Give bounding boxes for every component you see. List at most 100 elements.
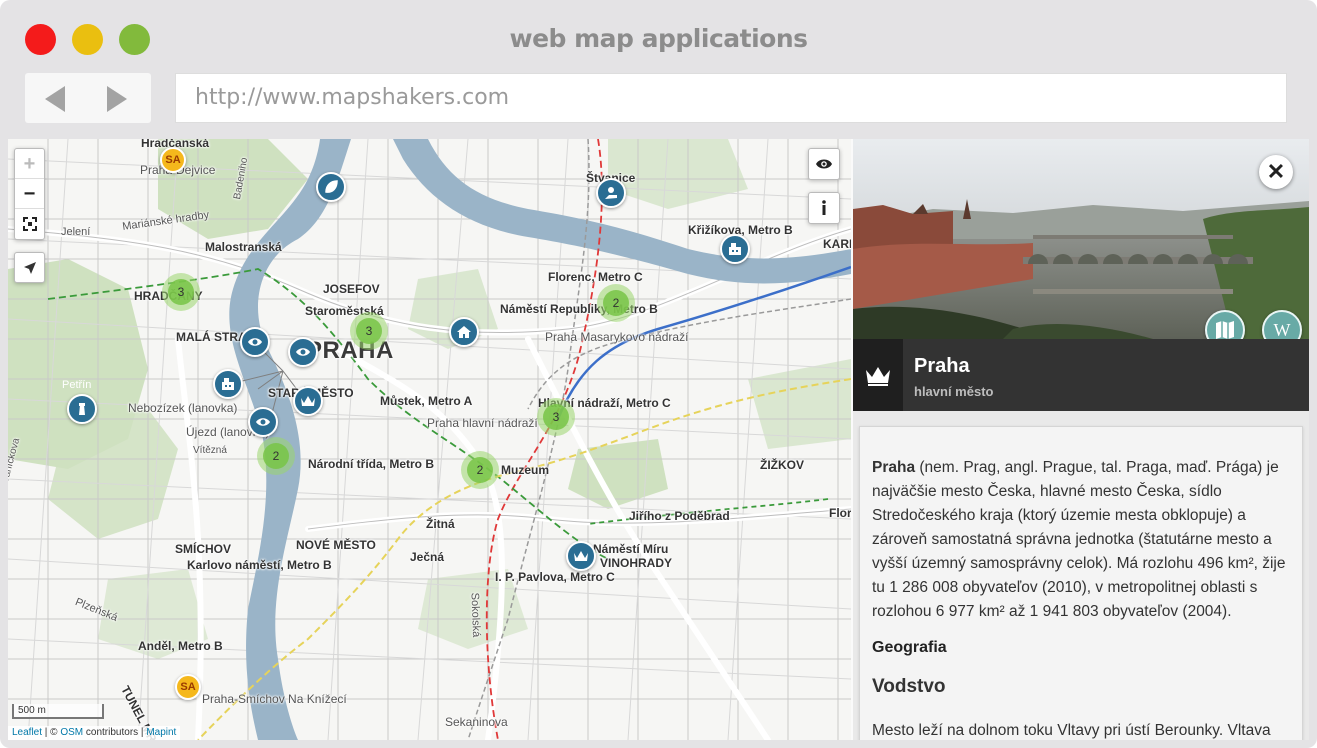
label-zitna: Žitná (426, 517, 455, 531)
poi-view-marker[interactable] (240, 327, 270, 357)
web-content: Hradčanská Praha-Dejvice Badeniho Jelení… (8, 139, 1309, 740)
place-photo (853, 139, 1309, 339)
poi-house-marker[interactable] (449, 317, 479, 347)
label-muzeum: Muzeum (501, 463, 549, 477)
fullscreen-button[interactable] (15, 209, 44, 239)
eye-icon (248, 338, 262, 346)
label-flora: Flor (829, 506, 851, 520)
label-malostranska: Malostranská (205, 240, 282, 254)
map-icon (1216, 321, 1234, 339)
cluster-count: 2 (263, 443, 289, 469)
sa-badge[interactable]: SA (175, 674, 201, 700)
poi-castle-marker[interactable] (566, 541, 596, 571)
visibility-toggle-button[interactable] (808, 148, 840, 180)
detail-panel: ✕ W Praha hlavní město Praha (nem. Prag,… (853, 139, 1309, 740)
poi-building-marker[interactable] (213, 369, 243, 399)
place-category (853, 339, 903, 411)
place-description-card: Praha (nem. Prag, angl. Prague, tal. Pra… (859, 426, 1303, 740)
locate-button[interactable] (14, 252, 45, 283)
poi-view-marker[interactable] (248, 407, 278, 437)
poi-cluster[interactable]: 3 (537, 398, 575, 436)
attribution-text: | © (42, 727, 61, 738)
label-sekaninova: Sekaninova (445, 715, 508, 729)
back-button[interactable] (45, 86, 65, 112)
mapint-link[interactable]: Mapint (146, 727, 176, 738)
cluster-count: 3 (543, 404, 569, 430)
poi-tower-marker[interactable] (67, 394, 97, 424)
cluster-count: 3 (356, 318, 382, 344)
label-masarykovo: Praha Masarykovo nádraží (545, 330, 689, 344)
description-name: Praha (872, 459, 916, 476)
place-title: Praha (914, 355, 970, 377)
browser-window: web map applications http://www.mapshake… (0, 0, 1317, 748)
label-karlin: KARL (823, 237, 851, 251)
label-florenc: Florenc, Metro C (548, 270, 643, 284)
poi-cluster[interactable]: 3 (350, 312, 388, 350)
place-header: Praha hlavní město (853, 339, 1309, 411)
close-panel-button[interactable]: ✕ (1259, 155, 1293, 189)
poi-info-marker[interactable] (596, 178, 626, 208)
zoom-out-button[interactable]: − (15, 179, 44, 209)
cluster-count: 3 (168, 279, 194, 305)
heading-geografia: Geografia (872, 639, 947, 656)
address-bar[interactable]: http://www.mapshakers.com (175, 73, 1287, 123)
crown-icon (866, 367, 890, 386)
poi-cluster[interactable]: 2 (461, 451, 499, 489)
label-namesti-miru: Náměstí Míru (593, 542, 669, 556)
map-attribution: Leaflet | © OSM contributors | Mapint (8, 726, 181, 740)
forward-button[interactable] (107, 86, 127, 112)
eye-icon (296, 348, 310, 356)
zoom-control: + − (14, 148, 45, 240)
info-button[interactable] (808, 192, 840, 224)
cluster-count: 2 (467, 457, 493, 483)
leaflet-link[interactable]: Leaflet (12, 727, 42, 738)
house-icon (457, 326, 471, 338)
wikipedia-icon: W (1274, 320, 1291, 340)
label-jiriho: Jiřího z Poděbrad (629, 509, 730, 523)
attribution-text: contributors | (83, 727, 147, 738)
place-subtitle: hlavní město (914, 384, 994, 399)
label-narodni-trida: Národní třída, Metro B (308, 457, 435, 471)
label-jeleni: Jelení (61, 226, 91, 238)
crown-icon (301, 396, 315, 406)
heading-vodstvo: Vodstvo (872, 676, 946, 697)
label-praha-hlavni: Praha hlavní nádraží (427, 416, 538, 430)
cluster-count: 2 (603, 290, 629, 316)
info-icon (822, 200, 826, 215)
window-title: web map applications (509, 24, 808, 53)
label-zizkov: ŽIŽKOV (760, 458, 804, 472)
eye-icon (816, 159, 832, 169)
label-nove-mesto: NOVÉ MĚSTO (296, 538, 376, 552)
label-petrin: Petřín (62, 379, 92, 391)
hand-icon (605, 187, 617, 199)
vodstvo-text: Mesto leží na dolnom toku Vltavy pri úst… (872, 722, 1271, 739)
poi-view-marker[interactable] (288, 337, 318, 367)
map-view[interactable]: Hradčanská Praha-Dejvice Badeniho Jelení… (8, 139, 851, 740)
nav-buttons (25, 73, 151, 123)
poi-park-marker[interactable] (316, 172, 346, 202)
building-icon (222, 378, 234, 390)
osm-link[interactable]: OSM (60, 727, 83, 738)
poi-cluster[interactable]: 2 (257, 437, 295, 475)
poi-building-marker[interactable] (720, 234, 750, 264)
map-scale: 500 m (12, 704, 104, 719)
poi-cluster[interactable]: 3 (162, 273, 200, 311)
label-sokolska: Sokolská (468, 592, 483, 638)
leaf-icon (325, 180, 338, 193)
label-josefov: JOSEFOV (323, 282, 380, 296)
label-vinohrady: VINOHRADY (600, 556, 673, 570)
place-description: Praha (nem. Prag, angl. Prague, tal. Pra… (872, 456, 1290, 624)
tower-icon (79, 403, 85, 415)
label-vitezna: Vítězná (193, 445, 227, 456)
poi-castle-marker[interactable] (293, 386, 323, 416)
label-smichov-station: Praha-Smíchov Na Knížecí (202, 692, 347, 706)
sa-badge[interactable]: SA (160, 147, 186, 173)
description-text: (nem. Prag, angl. Prague, tal. Praga, ma… (872, 459, 1286, 620)
building-icon (729, 243, 741, 255)
zoom-in-button[interactable]: + (15, 149, 44, 179)
poi-cluster[interactable]: 2 (597, 284, 635, 322)
prague-panorama-image (853, 139, 1309, 339)
fullscreen-icon (22, 217, 37, 231)
eye-icon (256, 418, 270, 426)
crown-icon (574, 551, 588, 561)
